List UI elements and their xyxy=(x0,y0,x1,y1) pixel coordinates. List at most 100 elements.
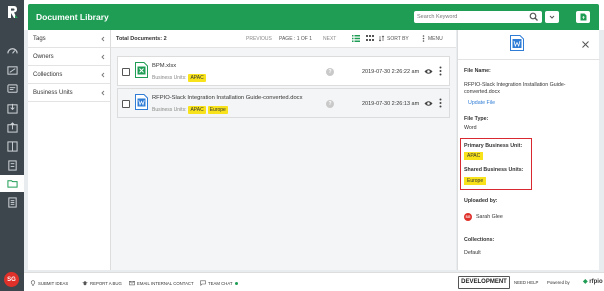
list-view-icon[interactable] xyxy=(352,35,360,42)
lightbulb-icon xyxy=(30,280,36,286)
rfpio-brand-label: rfpio xyxy=(589,279,603,285)
file-name-line-2: converted.docx xyxy=(464,89,500,95)
search-icon[interactable] xyxy=(529,12,539,22)
document-list: Total Documents: 2 PREVIOUS PAGE : 1 OF … xyxy=(111,30,456,270)
export-icon[interactable] xyxy=(0,119,24,135)
shared-bu-tag: Europe xyxy=(464,177,487,185)
details-header xyxy=(458,30,600,60)
eye-icon[interactable] xyxy=(424,100,433,107)
library-icon[interactable] xyxy=(0,138,24,154)
app-logo-icon[interactable] xyxy=(3,3,21,21)
need-help-link[interactable]: NEED HELP xyxy=(514,280,538,285)
chevron-left-icon xyxy=(101,36,105,41)
report-bug-link[interactable]: REPORT A BUG xyxy=(82,280,122,286)
menu-button[interactable]: MENU xyxy=(428,36,443,42)
user-avatar[interactable]: SG xyxy=(4,272,19,287)
eye-icon[interactable] xyxy=(424,68,433,75)
file-type-label: File Type: xyxy=(464,116,489,122)
email-contact-link[interactable]: EMAIL INTERNAL CONTACT xyxy=(129,280,194,286)
filter-owners[interactable]: Owners xyxy=(28,48,110,66)
rfpio-brand: ◆ rfpio xyxy=(583,278,603,285)
document-name[interactable]: BPM.xlsx xyxy=(152,63,176,69)
sort-icon xyxy=(379,35,385,42)
collections-label: Collections: xyxy=(464,237,495,243)
chevron-left-icon xyxy=(101,90,105,95)
close-icon[interactable] xyxy=(582,41,589,48)
file-name-label: File Name: xyxy=(464,68,491,74)
business-units-label: Business Units: xyxy=(152,75,187,81)
search-box[interactable] xyxy=(414,11,542,23)
excel-file-icon xyxy=(135,62,148,78)
primary-bu-label: Primary Business Unit: xyxy=(464,143,523,149)
update-file-link[interactable]: Update File xyxy=(468,100,495,106)
filter-label: Tags xyxy=(33,35,46,42)
powered-by-text: Powered by xyxy=(547,280,570,285)
row-checkbox[interactable] xyxy=(122,68,130,76)
business-units: Business Units: APAC Europe xyxy=(152,106,228,114)
uploader: SG Sarah Glee xyxy=(464,213,503,221)
business-unit-tag: APAC xyxy=(188,74,206,82)
team-chat-link[interactable]: TEAM CHAT xyxy=(200,280,238,286)
document-date: 2019-07-30 2:26:13 am xyxy=(362,101,420,107)
filter-label: Collections xyxy=(33,71,63,78)
document-row[interactable]: BPM.xlsx Business Units: APAC ? 2019-07-… xyxy=(117,56,450,86)
search-input[interactable] xyxy=(417,12,527,22)
uploaded-by-label: Uploaded by: xyxy=(464,198,498,204)
previous-page-button[interactable]: PREVIOUS xyxy=(246,36,272,42)
sort-by-button[interactable]: SORT BY xyxy=(387,36,409,42)
upload-document-button[interactable] xyxy=(576,11,590,23)
submit-ideas-link[interactable]: SUBMIT IDEAS xyxy=(30,280,68,286)
import-icon[interactable] xyxy=(0,100,24,116)
chat-icon xyxy=(200,280,206,286)
search-options-button[interactable] xyxy=(545,11,559,23)
page-info: PAGE : 1 OF 1 xyxy=(279,36,312,42)
business-unit-tag: Europe xyxy=(207,106,228,114)
help-icon[interactable]: ? xyxy=(326,68,334,76)
business-unit-tag: APAC xyxy=(188,106,206,114)
kebab-menu-icon[interactable] xyxy=(439,66,442,76)
answers-icon[interactable] xyxy=(0,81,24,97)
document-library-icon[interactable] xyxy=(0,175,24,192)
avatar: SG xyxy=(464,213,472,221)
word-file-icon xyxy=(135,94,148,110)
filter-label: Business Units xyxy=(33,89,73,96)
row-checkbox[interactable] xyxy=(122,100,130,108)
projects-icon[interactable] xyxy=(0,62,24,78)
document-row[interactable]: RFPIO-Slack Integration Installation Gui… xyxy=(117,88,450,118)
filter-tags[interactable]: Tags xyxy=(28,30,110,48)
bug-icon xyxy=(82,281,88,286)
left-nav-rail: SG xyxy=(0,0,24,291)
document-upload-icon xyxy=(580,13,586,21)
grid-view-icon[interactable] xyxy=(366,35,374,42)
online-status-dot xyxy=(234,281,238,285)
help-icon[interactable]: ? xyxy=(326,100,334,108)
business-units: Business Units: APAC xyxy=(152,74,206,82)
total-documents: Total Documents: 2 xyxy=(116,36,167,42)
filter-label: Owners xyxy=(33,53,54,60)
team-chat-label: TEAM CHAT xyxy=(208,280,233,286)
development-button[interactable]: DEVELOPMENT xyxy=(458,276,510,289)
business-units-label: Business Units: xyxy=(152,107,187,113)
report-bug-label: REPORT A BUG xyxy=(90,280,122,286)
collections-value: Default xyxy=(464,250,481,256)
dashboard-icon[interactable] xyxy=(0,43,24,59)
document-date: 2019-07-30 2:26:22 am xyxy=(362,69,420,75)
document-details-panel: File Name: RFPIO-Slack Integration Insta… xyxy=(457,30,600,270)
footer: SUBMIT IDEAS REPORT A BUG EMAIL INTERNAL… xyxy=(24,272,604,291)
content-icon[interactable] xyxy=(0,157,24,173)
word-file-icon xyxy=(510,35,524,51)
email-contact-label: EMAIL INTERNAL CONTACT xyxy=(137,280,194,286)
list-toolbar: Total Documents: 2 PREVIOUS PAGE : 1 OF … xyxy=(111,30,456,48)
document-name[interactable]: RFPIO-Slack Integration Installation Gui… xyxy=(152,95,302,101)
next-page-button[interactable]: NEXT xyxy=(323,36,336,42)
filter-business-units[interactable]: Business Units xyxy=(28,84,110,102)
filter-collections[interactable]: Collections xyxy=(28,66,110,84)
chevron-left-icon xyxy=(101,72,105,77)
primary-bu-tag: APAC xyxy=(464,152,484,160)
file-name-line-1: RFPIO-Slack Integration Installation Gui… xyxy=(464,82,566,88)
chevron-left-icon xyxy=(101,54,105,59)
kebab-menu-icon[interactable] xyxy=(439,98,442,108)
reports-icon[interactable] xyxy=(0,194,24,210)
submit-ideas-label: SUBMIT IDEAS xyxy=(38,280,69,286)
shared-bu-label: Shared Business Units: xyxy=(464,167,524,173)
